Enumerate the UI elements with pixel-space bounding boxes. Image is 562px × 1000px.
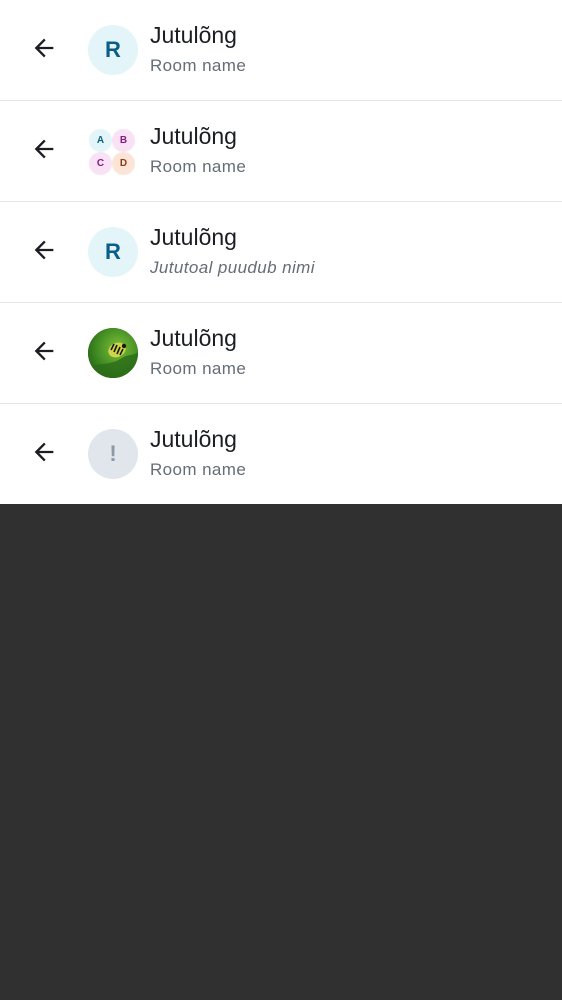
room-avatar-cluster: A B C D xyxy=(88,126,138,176)
back-button[interactable] xyxy=(24,331,64,371)
back-button[interactable] xyxy=(24,28,64,68)
avatar-letter: R xyxy=(105,239,121,264)
room-avatar-photo xyxy=(88,328,138,378)
thread-title: Jutulõng xyxy=(150,325,237,351)
arrow-left-icon xyxy=(34,442,54,462)
caterpillar-photo xyxy=(88,328,138,378)
no-room-name: Jututoal puudub nimi xyxy=(150,258,315,277)
thread-header-row: A B C D Jutulõng Room name xyxy=(0,101,562,202)
back-button[interactable] xyxy=(24,129,64,169)
avatar-letter: R xyxy=(105,37,121,62)
avatar-letter: A xyxy=(89,129,112,152)
thread-header-row: R Jutulõng Jututoal puudub nimi xyxy=(0,202,562,303)
room-name: Room name xyxy=(150,460,247,479)
thread-header-row: ! Jutulõng Room name xyxy=(0,404,562,504)
room-name: Room name xyxy=(150,157,247,176)
avatar-letter: C xyxy=(89,152,112,175)
back-button[interactable] xyxy=(24,432,64,472)
thread-title: Jutulõng xyxy=(150,123,237,149)
thread-header-row: Jutulõng Room name xyxy=(0,303,562,404)
avatar-letter: D xyxy=(112,152,135,175)
arrow-left-icon xyxy=(34,240,54,260)
thread-title: Jutulõng xyxy=(150,224,237,250)
room-name: Room name xyxy=(150,56,247,75)
arrow-left-icon xyxy=(34,139,54,159)
room-avatar-unknown: ! xyxy=(88,429,138,479)
exclamation-icon: ! xyxy=(109,441,117,466)
thread-header-row: R Jutulõng Room name xyxy=(0,0,562,101)
thread-title: Jutulõng xyxy=(150,426,237,452)
room-name: Room name xyxy=(150,359,247,378)
back-button[interactable] xyxy=(24,230,64,270)
thread-list: R Jutulõng Room name A B C D Jutulõng Ro… xyxy=(0,0,562,504)
arrow-left-icon xyxy=(34,38,54,58)
arrow-left-icon xyxy=(34,341,54,361)
room-avatar: R xyxy=(88,227,138,277)
avatar-letter: B xyxy=(112,129,135,152)
room-avatar: R xyxy=(88,25,138,75)
thread-title: Jutulõng xyxy=(150,22,237,48)
